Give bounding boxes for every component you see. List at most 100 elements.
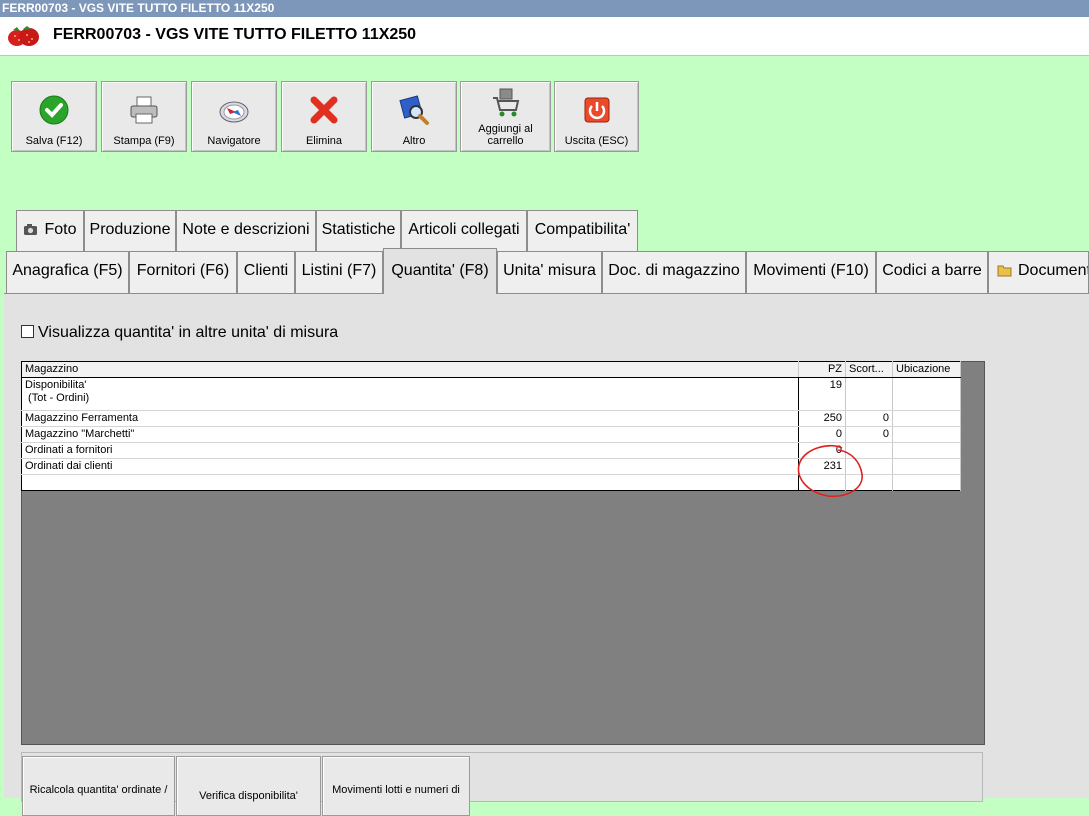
scorta-cell[interactable]: 0 <box>845 426 893 443</box>
tab-anagrafica-label: Anagrafica (F5) <box>12 262 123 279</box>
add-to-cart-button-label: Aggiungi al carrello <box>478 123 533 147</box>
tab-movimenti[interactable]: Movimenti (F10) <box>746 251 876 293</box>
lot-movements-button[interactable]: Movimenti lotti e numeri di <box>322 756 470 816</box>
tab-documenti-label: Document <box>1018 262 1089 279</box>
tab-fornitori-label: Fornitori (F6) <box>136 262 230 279</box>
tab-quantita-label: Quantita' (F8) <box>391 262 489 279</box>
row-name-cell: Magazzino Ferramenta <box>21 410 799 427</box>
tab-quantita[interactable]: Quantita' (F8) <box>383 248 497 294</box>
pz-cell[interactable]: 231 <box>798 458 846 475</box>
tab-documenti[interactable]: Document <box>988 251 1089 293</box>
recalc-button-label: Ricalcola quantita' ordinate / <box>29 784 168 796</box>
pz-cell[interactable]: 250 <box>798 410 846 427</box>
tab-foto-label: Foto <box>44 221 77 238</box>
recalc-ordered-quantity-button[interactable]: Ricalcola quantita' ordinate / <box>22 756 175 816</box>
empty-cell <box>845 474 893 491</box>
scorta-cell[interactable] <box>845 458 893 475</box>
tab-articoli-collegati[interactable]: Articoli collegati <box>401 210 527 251</box>
table-header-row: Magazzino PZ Scort... Ubicazione <box>21 361 961 378</box>
table-row[interactable]: Magazzino "Marchetti" 0 0 <box>21 426 961 443</box>
tab-listini[interactable]: Listini (F7) <box>295 251 383 293</box>
tab-clienti[interactable]: Clienti <box>237 251 295 293</box>
ubicazione-cell[interactable] <box>892 442 961 459</box>
tab-compatibilita[interactable]: Compatibilita' <box>527 210 638 251</box>
cart-icon <box>492 88 519 117</box>
scorta-cell[interactable] <box>845 377 893 411</box>
row-name-line1: Disponibilita' <box>25 379 87 391</box>
ubicazione-cell[interactable] <box>892 377 961 411</box>
delete-button-label: Elimina <box>305 135 343 147</box>
power-icon <box>584 97 609 123</box>
add-to-cart-button[interactable]: Aggiungi al carrello <box>460 81 551 152</box>
tab-codici-barre[interactable]: Codici a barre <box>876 251 988 293</box>
ubicazione-cell[interactable] <box>892 410 961 427</box>
strawberry-logo-icon <box>8 26 39 46</box>
ubicazione-cell[interactable] <box>892 426 961 443</box>
other-units-checkbox-row[interactable]: Visualizza quantita' in altre unita' di … <box>21 324 338 342</box>
row-name-cell: Disponibilita' (Tot - Ordini) <box>21 377 799 411</box>
print-button[interactable]: Stampa (F9) <box>101 81 187 152</box>
row-name-cell: Ordinati a fornitori <box>21 442 799 459</box>
table-row[interactable]: Ordinati dai clienti 231 <box>21 458 961 475</box>
empty-cell <box>21 474 799 491</box>
delete-button[interactable]: Elimina <box>281 81 367 152</box>
compass-icon <box>219 101 249 123</box>
col-header-ubicazione[interactable]: Ubicazione <box>892 361 961 378</box>
row-name-cell: Magazzino "Marchetti" <box>21 426 799 443</box>
row-name-line2: (Tot - Ordini) <box>25 392 90 404</box>
tab-note-label: Note e descrizioni <box>182 221 310 238</box>
quantity-table: Magazzino PZ Scort... Ubicazione Disponi… <box>21 361 961 491</box>
printer-icon <box>130 96 158 124</box>
tab-foto[interactable]: Foto <box>16 210 84 251</box>
exit-button-label: Uscita (ESC) <box>564 135 629 147</box>
tab-unita-misura[interactable]: Unita' misura <box>497 251 602 293</box>
tab-statistiche[interactable]: Statistiche <box>316 210 401 251</box>
table-row[interactable]: Disponibilita' (Tot - Ordini) 19 <box>21 377 961 411</box>
window-titlebar: FERR00703 - VGS VITE TUTTO FILETTO 11X25… <box>0 0 1089 17</box>
table-row[interactable]: Ordinati a fornitori 0 <box>21 442 961 459</box>
check-availability-label: Verifica disponibilita' <box>199 790 298 802</box>
navigator-button[interactable]: Navigatore <box>191 81 277 152</box>
tab-statistiche-label: Statistiche <box>321 221 396 238</box>
empty-cell <box>892 474 961 491</box>
save-button[interactable]: Salva (F12) <box>11 81 97 152</box>
table-row-empty <box>21 474 961 491</box>
tab-doc-label: Doc. di magazzino <box>608 262 740 279</box>
check-icon <box>39 95 69 125</box>
check-availability-button[interactable]: Verifica disponibilita' <box>176 756 321 816</box>
lot-movements-label: Movimenti lotti e numeri di <box>332 784 460 796</box>
folder-icon <box>997 265 1012 277</box>
col-header-pz[interactable]: PZ <box>798 361 846 378</box>
other-units-checkbox-label: Visualizza quantita' in altre unita' di … <box>38 324 339 341</box>
tab-note-descrizioni[interactable]: Note e descrizioni <box>176 210 316 251</box>
tab-anagrafica[interactable]: Anagrafica (F5) <box>6 251 129 293</box>
scorta-cell[interactable] <box>845 442 893 459</box>
more-button[interactable]: Altro <box>371 81 457 152</box>
pz-cell[interactable]: 0 <box>798 426 846 443</box>
tab-movimenti-label: Movimenti (F10) <box>753 262 869 279</box>
tab-codici-label: Codici a barre <box>882 262 982 279</box>
tab-produzione-label: Produzione <box>89 221 171 238</box>
empty-cell <box>798 474 846 491</box>
navigator-button-label: Navigatore <box>207 135 261 147</box>
delete-x-icon <box>310 96 338 124</box>
other-units-checkbox[interactable] <box>21 325 34 338</box>
tab-compatibilita-label: Compatibilita' <box>534 221 631 238</box>
tab-listini-label: Listini (F7) <box>301 262 377 279</box>
tab-clienti-label: Clienti <box>243 262 289 279</box>
camera-icon <box>24 224 38 235</box>
more-button-label: Altro <box>402 135 426 147</box>
pz-cell[interactable]: 19 <box>798 377 846 411</box>
magnifier-icon <box>399 95 429 125</box>
tab-fornitori[interactable]: Fornitori (F6) <box>129 251 237 293</box>
tab-doc-magazzino[interactable]: Doc. di magazzino <box>602 251 746 293</box>
ubicazione-cell[interactable] <box>892 458 961 475</box>
tab-unita-label: Unita' misura <box>503 262 596 279</box>
table-row[interactable]: Magazzino Ferramenta 250 0 <box>21 410 961 427</box>
pz-cell[interactable]: 0 <box>798 442 846 459</box>
scorta-cell[interactable]: 0 <box>845 410 893 427</box>
tab-produzione[interactable]: Produzione <box>84 210 176 251</box>
col-header-scorta[interactable]: Scort... <box>845 361 893 378</box>
col-header-magazzino[interactable]: Magazzino <box>21 361 799 378</box>
exit-button[interactable]: Uscita (ESC) <box>554 81 639 152</box>
